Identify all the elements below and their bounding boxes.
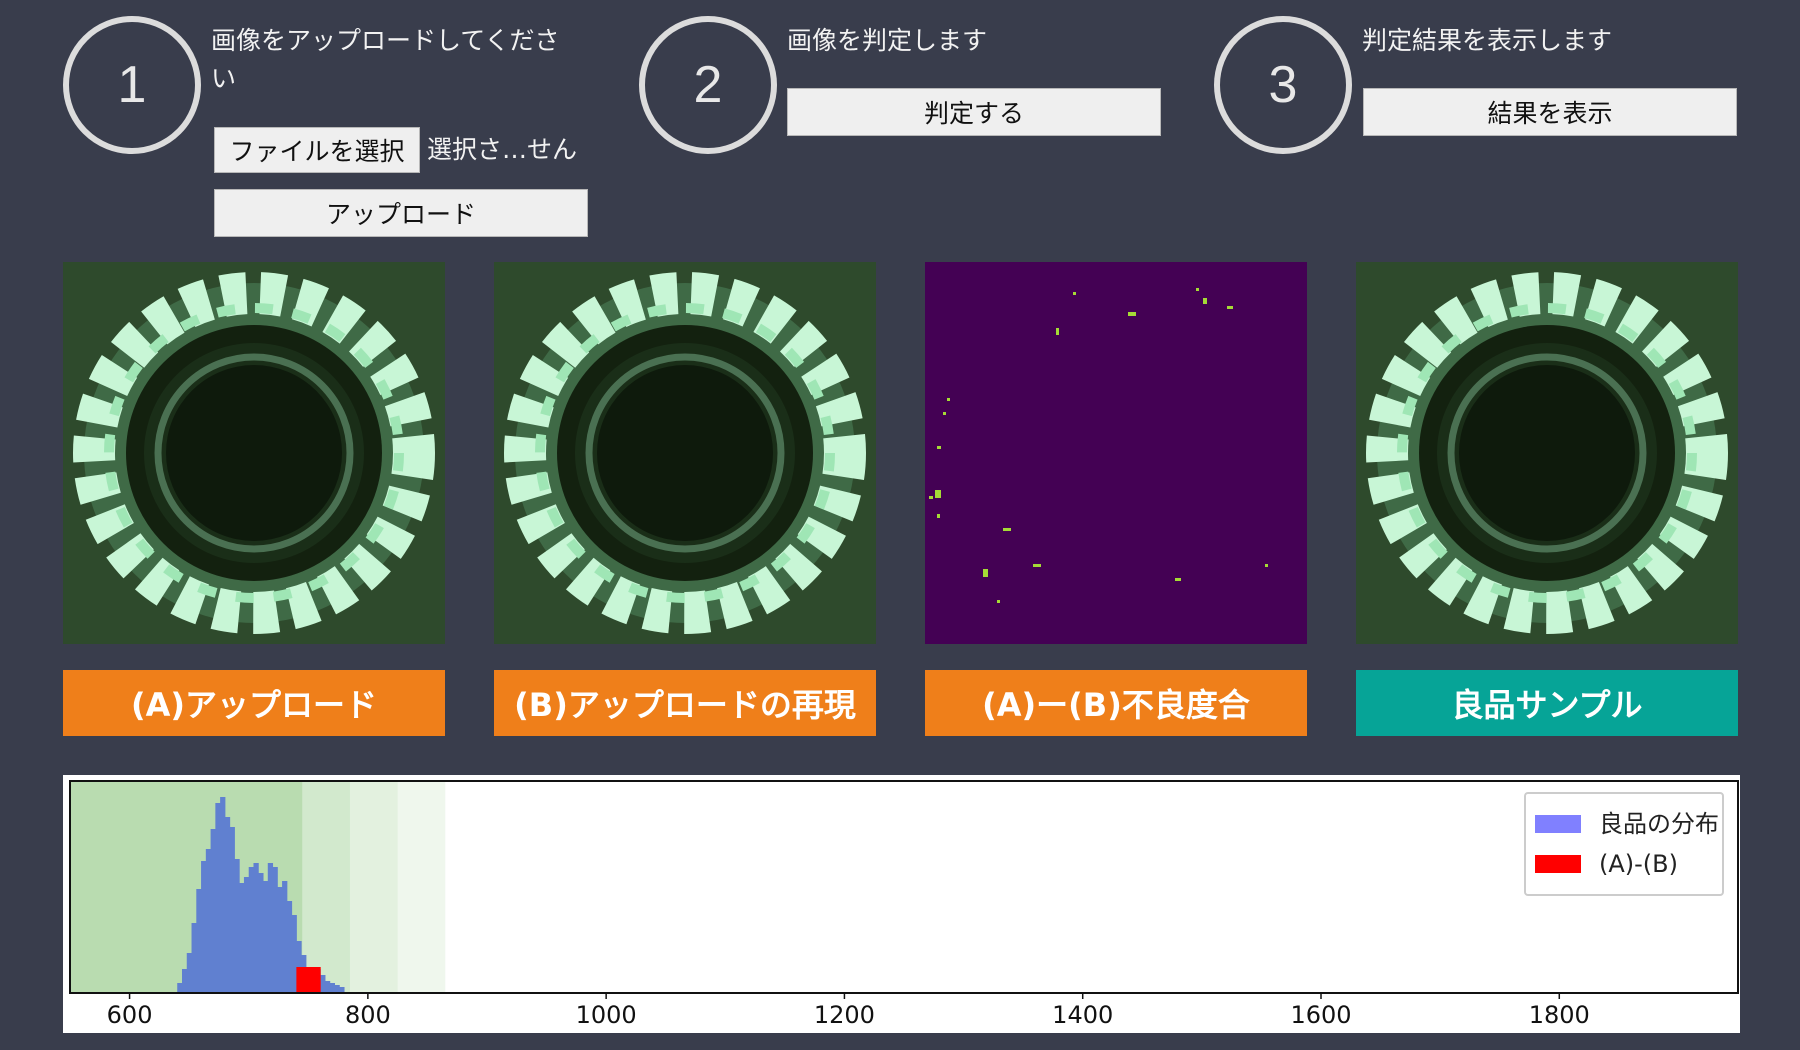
x-tick-label-6: 1800 bbox=[1529, 1001, 1590, 1029]
x-tick-label-0: 600 bbox=[107, 1001, 153, 1029]
good-dist-bar-6 bbox=[205, 849, 212, 993]
uploaded-image-graphic bbox=[63, 262, 445, 644]
good-dist-bar-19 bbox=[267, 863, 274, 993]
legend-box bbox=[1524, 792, 1724, 896]
good-dist-bar-20 bbox=[272, 867, 278, 993]
good-dist-bar-30 bbox=[320, 975, 326, 993]
threshold-band-3 bbox=[397, 781, 446, 993]
good-dist-bar-21 bbox=[277, 887, 283, 993]
good-dist-bar-8 bbox=[215, 803, 221, 993]
good-dist-bar-22 bbox=[282, 881, 288, 993]
uploaded-image bbox=[63, 262, 445, 644]
label-defect-degree: (A)ー(B)不良度合 bbox=[925, 670, 1307, 736]
good-dist-bar-4 bbox=[196, 889, 202, 993]
good-dist-bar-14 bbox=[243, 877, 250, 993]
good-dist-bar-32 bbox=[329, 983, 335, 993]
good-dist-bar-0 bbox=[177, 983, 183, 993]
good-dist-bar-18 bbox=[263, 881, 269, 993]
label-uploaded: (A)アップロード bbox=[63, 670, 445, 736]
label-good-sample: 良品サンプル bbox=[1356, 670, 1738, 736]
good-dist-bar-10 bbox=[224, 817, 231, 993]
reconstructed-image bbox=[494, 262, 876, 644]
show-result-button[interactable]: 結果を表示 bbox=[1363, 88, 1737, 136]
histogram-svg: 600 800 1000 1200 1400 1600 1800 良品の分布 (A)-(B) bbox=[69, 780, 1739, 1029]
good-dist-bar-12 bbox=[234, 859, 240, 993]
distribution-chart: 600 800 1000 1200 1400 1600 1800 良品の分布 (A)-(B) bbox=[63, 775, 1740, 1033]
step-2: 2 画像を判定します 判定する bbox=[639, 16, 1179, 166]
step-2-instruction: 画像を判定します bbox=[787, 26, 988, 55]
good-dist-bar-2 bbox=[186, 953, 193, 993]
good-dist-bar-16 bbox=[253, 863, 259, 993]
x-tick-label-4: 1400 bbox=[1052, 1001, 1113, 1029]
file-status-text: 選択さ…せん bbox=[427, 135, 578, 164]
good-dist-bar-33 bbox=[334, 985, 340, 993]
x-tick-label-5: 1600 bbox=[1290, 1001, 1351, 1029]
good-dist-bar-23 bbox=[286, 901, 293, 993]
good-sample-image bbox=[1356, 262, 1738, 644]
step-1: 1 画像をアップロードしてください ファイルを選択 選択さ…せん アップロード bbox=[63, 16, 603, 246]
step-3-instruction: 判定結果を表示します bbox=[1362, 26, 1613, 55]
upload-button[interactable]: アップロード bbox=[214, 189, 588, 237]
x-tick-label-3: 1200 bbox=[814, 1001, 875, 1029]
x-tick-label-1: 800 bbox=[345, 1001, 391, 1029]
good-dist-bar-5 bbox=[201, 861, 207, 993]
label-reconstructed: (B)アップロードの再現 bbox=[494, 670, 876, 736]
threshold-band-2 bbox=[349, 781, 398, 993]
legend-label-0: 良品の分布 bbox=[1599, 810, 1719, 838]
step-3: 3 判定結果を表示します 結果を表示 bbox=[1214, 16, 1754, 166]
x-tick-label-2: 1000 bbox=[576, 1001, 637, 1029]
legend-swatch-0 bbox=[1535, 815, 1581, 833]
threshold-band-1 bbox=[302, 781, 350, 993]
step-2-number: 2 bbox=[639, 16, 777, 154]
good-dist-bar-7 bbox=[210, 829, 216, 993]
legend-swatch-1 bbox=[1535, 855, 1581, 873]
good-dist-bar-3 bbox=[191, 923, 197, 993]
good-dist-bar-15 bbox=[248, 867, 254, 993]
judge-button[interactable]: 判定する bbox=[787, 88, 1161, 136]
defect-map-image bbox=[925, 262, 1307, 644]
reconstructed-image-graphic bbox=[494, 262, 876, 644]
good-dist-bar-31 bbox=[324, 981, 331, 993]
good-dist-bar-24 bbox=[291, 915, 297, 993]
select-file-button[interactable]: ファイルを選択 bbox=[214, 127, 420, 173]
defect-bar-0 bbox=[296, 967, 321, 993]
good-dist-bar-9 bbox=[220, 797, 226, 993]
legend-label-1: (A)-(B) bbox=[1599, 850, 1678, 878]
good-dist-bar-17 bbox=[258, 873, 264, 993]
step-1-instruction: 画像をアップロードしてください bbox=[211, 26, 560, 93]
step-1-number: 1 bbox=[63, 16, 201, 154]
good-sample-graphic bbox=[1356, 262, 1738, 644]
step-3-number: 3 bbox=[1214, 16, 1352, 154]
good-dist-bar-13 bbox=[239, 883, 245, 993]
good-dist-bar-1 bbox=[181, 969, 188, 993]
defect-map-graphic bbox=[925, 262, 1307, 644]
good-dist-bar-11 bbox=[229, 827, 235, 993]
